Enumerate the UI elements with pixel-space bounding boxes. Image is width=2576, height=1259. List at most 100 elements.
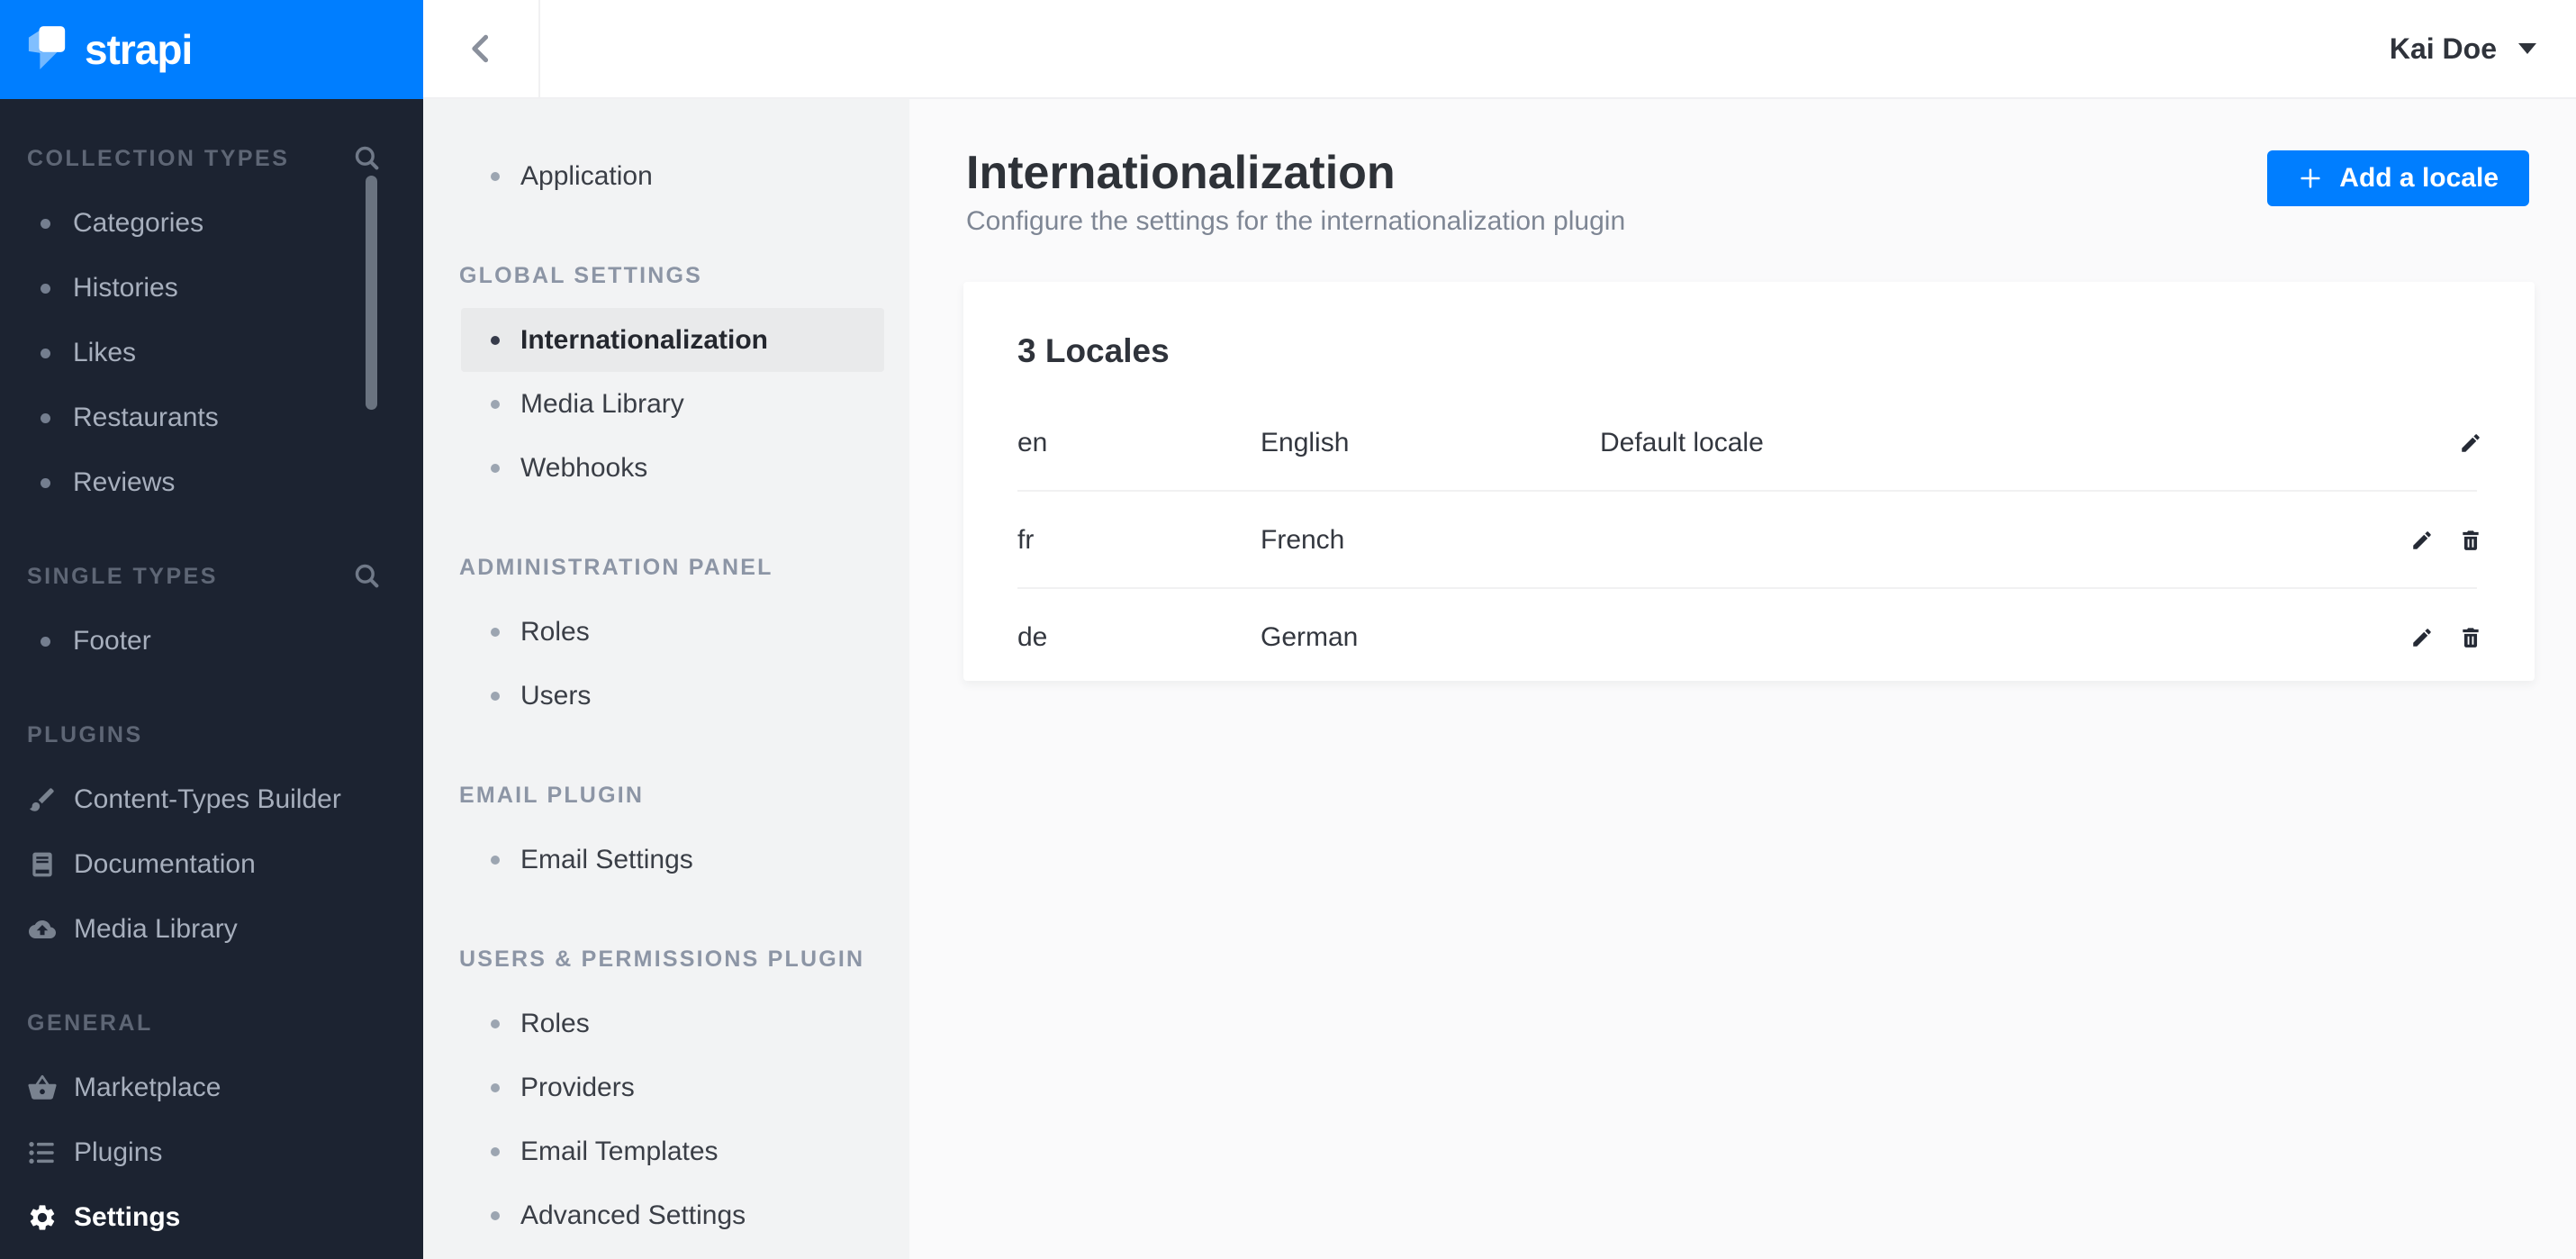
subnav-section-administration-panel: ADMINISTRATION PANEL Roles Users bbox=[423, 536, 909, 728]
settings-subnav: Application GLOBAL SETTINGS Internationa… bbox=[423, 99, 909, 1259]
sidebar-item-marketplace[interactable]: Marketplace bbox=[0, 1055, 423, 1120]
strapi-admin-app: strapi COLLECTION TYPES Categories Histo… bbox=[0, 0, 2576, 1259]
subnav-item-webhooks[interactable]: Webhooks bbox=[423, 436, 909, 500]
sidebar-item-label: Documentation bbox=[74, 849, 256, 879]
bullet-icon bbox=[491, 691, 500, 701]
subnav-item-application[interactable]: Application bbox=[423, 144, 909, 208]
page-subtitle: Configure the settings for the internati… bbox=[966, 206, 1626, 236]
sidebar-scrollbar-thumb[interactable] bbox=[366, 176, 377, 410]
subnav-item-label: Internationalization bbox=[520, 324, 769, 355]
bullet-icon bbox=[491, 399, 500, 409]
sidebar-item-label: Media Library bbox=[74, 914, 238, 944]
sidebar-item-label: Reviews bbox=[73, 467, 176, 497]
strapi-logo[interactable]: strapi bbox=[0, 0, 423, 99]
sidebar-item-documentation[interactable]: Documentation bbox=[0, 832, 423, 897]
subnav-item-label: Providers bbox=[520, 1072, 635, 1102]
paintbrush-icon bbox=[23, 783, 61, 816]
delete-locale-button[interactable] bbox=[2457, 624, 2484, 651]
subnav-item-internationalization[interactable]: Internationalization bbox=[461, 308, 884, 372]
list-icon bbox=[23, 1137, 61, 1169]
search-icon[interactable] bbox=[353, 562, 382, 591]
section-label: SINGLE TYPES bbox=[27, 563, 218, 589]
sidebar-section-plugins: PLUGINS Content-Types Builder Documentat… bbox=[0, 717, 423, 962]
bullet-icon bbox=[491, 855, 500, 865]
sidebar-item-reviews[interactable]: Reviews bbox=[0, 450, 423, 515]
edit-locale-button[interactable] bbox=[2457, 430, 2484, 457]
sidebar-section-header: PLUGINS bbox=[0, 717, 423, 753]
subnav-item-advanced-settings[interactable]: Advanced Settings bbox=[423, 1183, 909, 1247]
chevron-left-icon bbox=[464, 32, 498, 66]
user-menu[interactable]: Kai Doe bbox=[2390, 0, 2536, 97]
locale-name: French bbox=[1261, 525, 1345, 555]
subnav-item-label: Webhooks bbox=[520, 452, 648, 483]
strapi-logo-icon bbox=[28, 26, 66, 70]
bullet-icon bbox=[41, 636, 50, 647]
bullet-icon bbox=[491, 335, 500, 345]
add-locale-button[interactable]: Add a locale bbox=[2267, 150, 2529, 206]
table-row-fr: fr French bbox=[963, 492, 2535, 589]
sidebar-section-general: GENERAL Marketplace Plugins Settings bbox=[0, 1005, 423, 1250]
basket-icon bbox=[23, 1072, 61, 1104]
row-actions bbox=[2409, 624, 2484, 651]
edit-locale-button[interactable] bbox=[2409, 527, 2436, 554]
sidebar-item-categories[interactable]: Categories bbox=[0, 191, 423, 256]
trash-icon bbox=[2463, 628, 2479, 648]
subnav-section-email-plugin: EMAIL PLUGIN Email Settings bbox=[423, 764, 909, 892]
sidebar-item-likes[interactable]: Likes bbox=[0, 321, 423, 385]
subnav-section-label: EMAIL PLUGIN bbox=[459, 783, 645, 808]
subnav-section-label: GLOBAL SETTINGS bbox=[459, 263, 703, 288]
subnav-item-email-settings[interactable]: Email Settings bbox=[423, 828, 909, 892]
sidebar-item-content-types-builder[interactable]: Content-Types Builder bbox=[0, 767, 423, 832]
sidebar-item-settings[interactable]: Settings bbox=[0, 1185, 423, 1250]
sidebar-item-label: Content-Types Builder bbox=[74, 784, 341, 814]
delete-locale-button[interactable] bbox=[2457, 527, 2484, 554]
sidebar-section-single-types: SINGLE TYPES Footer bbox=[0, 558, 423, 674]
book-icon bbox=[23, 848, 61, 881]
main-content: Internationalization Configure the setti… bbox=[909, 99, 2576, 1259]
subnav-item-label: Application bbox=[520, 160, 653, 191]
bullet-icon bbox=[41, 348, 50, 358]
sidebar-item-label: Restaurants bbox=[73, 403, 219, 432]
subnav-item-media-library[interactable]: Media Library bbox=[423, 372, 909, 436]
back-button[interactable] bbox=[423, 0, 540, 97]
bullet-icon bbox=[491, 171, 500, 181]
section-label: PLUGINS bbox=[27, 721, 143, 747]
sidebar-item-media-library[interactable]: Media Library bbox=[0, 897, 423, 962]
sidebar-item-label: Categories bbox=[73, 208, 204, 238]
sidebar-nav: COLLECTION TYPES Categories Histories Li… bbox=[0, 99, 423, 1250]
locale-name: German bbox=[1261, 622, 1359, 652]
subnav-item-label: Media Library bbox=[520, 388, 684, 419]
subnav-section-label: ADMINISTRATION PANEL bbox=[459, 555, 773, 580]
sidebar-section-header: COLLECTION TYPES bbox=[0, 140, 423, 177]
search-icon[interactable] bbox=[353, 144, 382, 173]
sidebar-item-label: Plugins bbox=[74, 1137, 163, 1167]
row-actions bbox=[2457, 430, 2484, 457]
main-sidebar: strapi COLLECTION TYPES Categories Histo… bbox=[0, 0, 423, 1259]
subnav-item-users[interactable]: Users bbox=[423, 664, 909, 728]
bullet-icon bbox=[41, 283, 50, 294]
sidebar-item-histories[interactable]: Histories bbox=[0, 256, 423, 321]
subnav-item-providers[interactable]: Providers bbox=[423, 1055, 909, 1119]
subnav-section-label: USERS & PERMISSIONS PLUGIN bbox=[459, 947, 865, 972]
locale-code: fr bbox=[1017, 525, 1035, 555]
subnav-item-roles[interactable]: Roles bbox=[423, 600, 909, 664]
bullet-icon bbox=[491, 627, 500, 637]
edit-locale-button[interactable] bbox=[2409, 624, 2436, 651]
sidebar-item-plugins[interactable]: Plugins bbox=[0, 1120, 423, 1185]
sidebar-item-footer[interactable]: Footer bbox=[0, 609, 423, 674]
subnav-item-email-templates[interactable]: Email Templates bbox=[423, 1119, 909, 1183]
bullet-icon bbox=[491, 463, 500, 473]
subnav-item-label: Advanced Settings bbox=[520, 1200, 746, 1230]
strapi-logo-text: strapi bbox=[85, 26, 193, 73]
locale-default-note: Default locale bbox=[1600, 428, 1764, 457]
plus-icon bbox=[2300, 168, 2320, 188]
bullet-icon bbox=[41, 218, 50, 229]
sidebar-section-header: SINGLE TYPES bbox=[0, 558, 423, 594]
subnav-item-label: Roles bbox=[520, 1008, 590, 1038]
subnav-item-up-roles[interactable]: Roles bbox=[423, 992, 909, 1055]
bullet-icon bbox=[41, 477, 50, 488]
bullet-icon bbox=[41, 412, 50, 423]
sidebar-item-label: Histories bbox=[73, 273, 178, 303]
sidebar-item-restaurants[interactable]: Restaurants bbox=[0, 385, 423, 450]
subnav-section-global-settings: GLOBAL SETTINGS Internationalization Med… bbox=[423, 244, 909, 500]
